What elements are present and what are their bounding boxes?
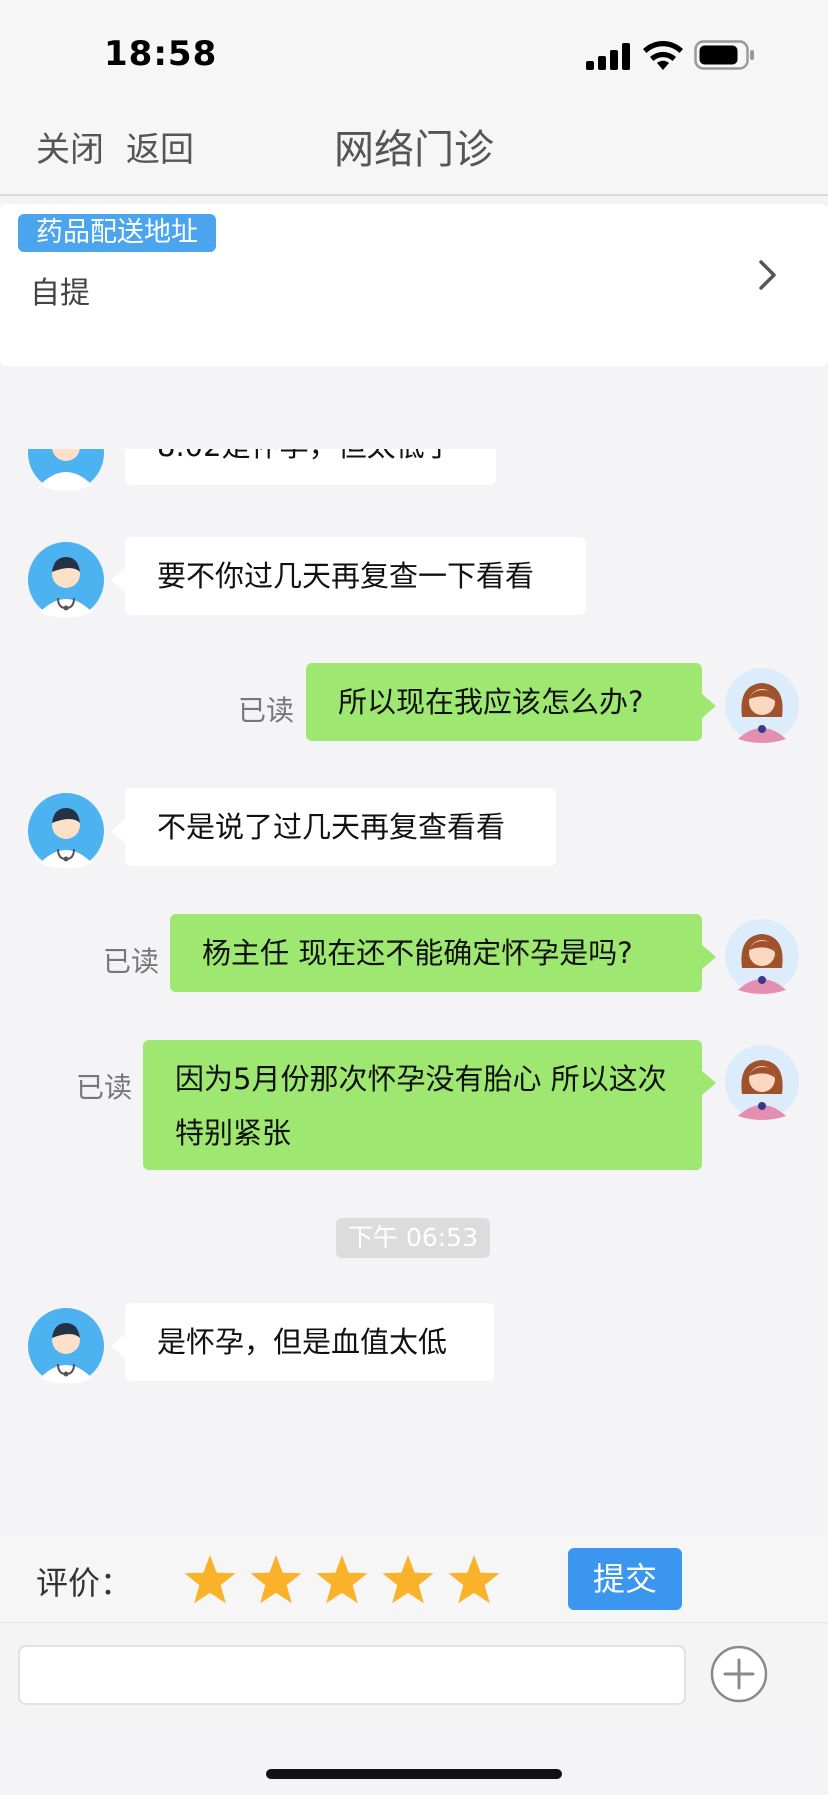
message-bubble: 要不你过几天再复查一下看看 bbox=[125, 537, 586, 615]
back-button[interactable]: 返回 bbox=[126, 122, 194, 171]
message-input[interactable] bbox=[18, 1645, 686, 1705]
bubble-tail bbox=[111, 819, 125, 843]
close-button[interactable]: 关闭 bbox=[36, 122, 104, 171]
read-status: 已读 bbox=[238, 694, 295, 727]
star-icon[interactable] bbox=[182, 1553, 238, 1607]
bubble-tail bbox=[702, 1071, 716, 1095]
rating-label: 评价： bbox=[36, 1564, 133, 1602]
message-bubble: 杨主任 现在还不能确定怀孕是吗? bbox=[170, 914, 702, 992]
submit-rating-button[interactable]: 提交 bbox=[568, 1548, 682, 1610]
star-icon[interactable] bbox=[380, 1553, 436, 1607]
chevron-right-icon[interactable] bbox=[756, 258, 780, 292]
star-icon[interactable] bbox=[446, 1553, 502, 1607]
status-time: 18:58 bbox=[104, 34, 218, 74]
message-bubble: 8.02是怀孕，但太低了 bbox=[125, 449, 496, 485]
doctor-avatar-icon[interactable] bbox=[28, 1308, 104, 1384]
message-bubble: 不是说了过几天再复查看看 bbox=[125, 788, 556, 866]
battery-icon bbox=[694, 40, 754, 70]
cellular-signal-icon bbox=[586, 42, 632, 70]
doctor-avatar-icon[interactable] bbox=[28, 793, 104, 869]
star-icon[interactable] bbox=[314, 1553, 370, 1607]
bubble-tail bbox=[702, 945, 716, 969]
message-bubble: 所以现在我应该怎么办? bbox=[306, 663, 702, 741]
message-bubble: 因为5月份那次怀孕没有胎心 所以这次特别紧张 bbox=[143, 1040, 702, 1170]
message-bubble: 是怀孕，但是血值太低 bbox=[125, 1303, 494, 1381]
delivery-address-value: 自提 bbox=[30, 276, 90, 311]
star-icon[interactable] bbox=[248, 1553, 304, 1607]
plus-icon[interactable] bbox=[710, 1645, 768, 1703]
patient-avatar-icon[interactable] bbox=[724, 667, 800, 743]
doctor-avatar-icon[interactable] bbox=[28, 542, 104, 618]
bubble-tail bbox=[702, 694, 716, 718]
doctor-avatar-icon[interactable] bbox=[28, 449, 104, 491]
message-timestamp: 下午 06:53 bbox=[336, 1218, 490, 1258]
bubble-tail bbox=[111, 568, 125, 592]
chat-message-list[interactable]: 8.02是怀孕，但太低了 要不你过几天再复查一下看看 已读 所以现在我应该怎么办… bbox=[0, 449, 828, 1536]
patient-avatar-icon[interactable] bbox=[724, 1044, 800, 1120]
wifi-icon bbox=[643, 41, 683, 70]
patient-avatar-icon[interactable] bbox=[724, 918, 800, 994]
page-title: 网络门诊 bbox=[334, 127, 494, 173]
delivery-address-tag: 药品配送地址 bbox=[18, 214, 216, 252]
home-indicator[interactable] bbox=[266, 1769, 562, 1779]
read-status: 已读 bbox=[103, 945, 160, 978]
bubble-tail bbox=[111, 1334, 125, 1358]
read-status: 已读 bbox=[76, 1071, 133, 1104]
